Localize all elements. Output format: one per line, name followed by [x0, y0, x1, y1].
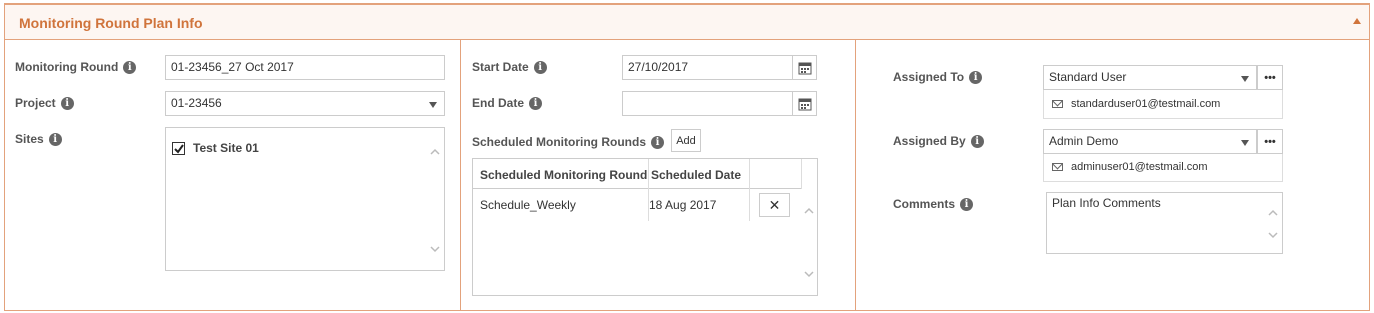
assigned-to-email-text: standarduser01@testmail.com [1071, 98, 1221, 110]
scroll-up-icon[interactable] [430, 148, 440, 156]
info-icon[interactable]: i [529, 96, 543, 110]
comments-textarea[interactable]: Plan Info Comments [1046, 192, 1283, 254]
panel-header[interactable]: Monitoring Round Plan Info [5, 5, 1369, 40]
sites-label-text: Sites [15, 132, 44, 146]
sites-list[interactable]: Test Site 01 [165, 127, 445, 271]
assigned-by-label-text: Assigned By [893, 134, 966, 148]
info-icon[interactable]: i [969, 70, 983, 84]
assigned-to-user-card: standarduser01@testmail.com [1043, 90, 1283, 119]
remove-row-button[interactable]: ✕ [759, 193, 790, 217]
caret-down-icon[interactable] [429, 102, 437, 108]
assigned-to-label: Assigned To i [893, 70, 983, 84]
panel-title: Monitoring Round Plan Info [19, 15, 203, 31]
scheduled-rounds-label-text: Scheduled Monitoring Rounds [472, 135, 646, 149]
comments-value: Plan Info Comments [1052, 196, 1161, 210]
end-date-label: End Date i [472, 96, 543, 110]
caret-down-icon[interactable] [1241, 76, 1249, 82]
start-date-input[interactable]: 27/10/2017 [622, 55, 817, 80]
info-icon[interactable]: i [960, 197, 974, 211]
site-checkbox[interactable] [172, 142, 185, 155]
monitoring-round-value: 01-23456_27 Oct 2017 [171, 60, 294, 74]
scheduled-rounds-label: Scheduled Monitoring Rounds i [472, 135, 664, 149]
mail-icon [1052, 100, 1063, 108]
scroll-down-icon[interactable] [804, 270, 814, 278]
plan-info-panel: Monitoring Round Plan Info Monitoring Ro… [4, 3, 1370, 311]
project-label: Project i [15, 96, 74, 110]
scroll-up-icon[interactable] [1268, 209, 1278, 217]
start-date-label-text: Start Date [472, 60, 529, 74]
scroll-down-icon[interactable] [1268, 231, 1278, 239]
info-icon[interactable]: i [533, 60, 547, 74]
assigned-by-email: adminuser01@testmail.com [1052, 161, 1208, 173]
assigned-by-value: Admin Demo [1049, 134, 1119, 148]
assigned-to-label-text: Assigned To [893, 70, 965, 84]
calendar-icon[interactable] [792, 92, 816, 115]
assigned-by-user-card: adminuser01@testmail.com [1043, 154, 1283, 182]
column-divider [801, 159, 802, 189]
site-item[interactable]: Test Site 01 [172, 137, 259, 160]
column-divider [855, 40, 856, 310]
column-header: Scheduled Date [651, 168, 742, 182]
comments-label-text: Comments [893, 197, 956, 211]
info-icon[interactable]: i [651, 135, 664, 149]
end-date-label-text: End Date [472, 96, 525, 110]
round-date-cell: 18 Aug 2017 [649, 198, 717, 212]
start-date-value: 27/10/2017 [628, 60, 689, 74]
assigned-to-value: Standard User [1049, 70, 1127, 84]
monitoring-round-label-text: Monitoring Round [15, 60, 119, 74]
info-icon[interactable]: i [123, 60, 137, 74]
comments-label: Comments i [893, 197, 974, 211]
scroll-down-icon[interactable] [430, 245, 440, 253]
site-name: Test Site 01 [193, 141, 259, 155]
assigned-to-email: standarduser01@testmail.com [1052, 98, 1220, 110]
round-name-cell: Schedule_Weekly [480, 198, 576, 212]
sites-label: Sites i [15, 132, 62, 146]
project-value: 01-23456 [171, 96, 222, 110]
more-icon: ••• [1264, 135, 1276, 148]
column-divider [460, 40, 461, 310]
assigned-by-select[interactable]: Admin Demo [1043, 129, 1257, 154]
calendar-icon[interactable] [792, 56, 816, 79]
info-icon[interactable]: i [48, 132, 62, 146]
assigned-to-select[interactable]: Standard User [1043, 65, 1257, 90]
scheduled-rounds-table: Scheduled Monitoring Round Scheduled Dat… [472, 158, 818, 296]
assigned-by-label: Assigned By i [893, 134, 984, 148]
mail-icon [1052, 163, 1063, 171]
check-icon [174, 144, 184, 154]
caret-down-icon[interactable] [1241, 140, 1249, 146]
scroll-up-icon[interactable] [804, 207, 814, 215]
info-icon[interactable]: i [60, 96, 74, 110]
end-date-input[interactable] [622, 91, 817, 116]
assigned-by-email-text: adminuser01@testmail.com [1071, 161, 1208, 173]
info-icon[interactable]: i [970, 134, 984, 148]
column-divider [749, 159, 750, 221]
project-label-text: Project [15, 96, 56, 110]
column-header: Scheduled Monitoring Round [480, 168, 648, 182]
collapse-icon[interactable] [1353, 18, 1361, 24]
add-button[interactable]: Add [671, 129, 701, 152]
monitoring-round-label: Monitoring Round i [15, 60, 137, 74]
more-icon: ••• [1264, 71, 1276, 84]
start-date-label: Start Date i [472, 60, 547, 74]
project-select[interactable]: 01-23456 [165, 91, 445, 116]
assigned-by-more-button[interactable]: ••• [1257, 129, 1283, 154]
monitoring-round-input[interactable]: 01-23456_27 Oct 2017 [165, 55, 445, 80]
assigned-to-more-button[interactable]: ••• [1257, 65, 1283, 90]
